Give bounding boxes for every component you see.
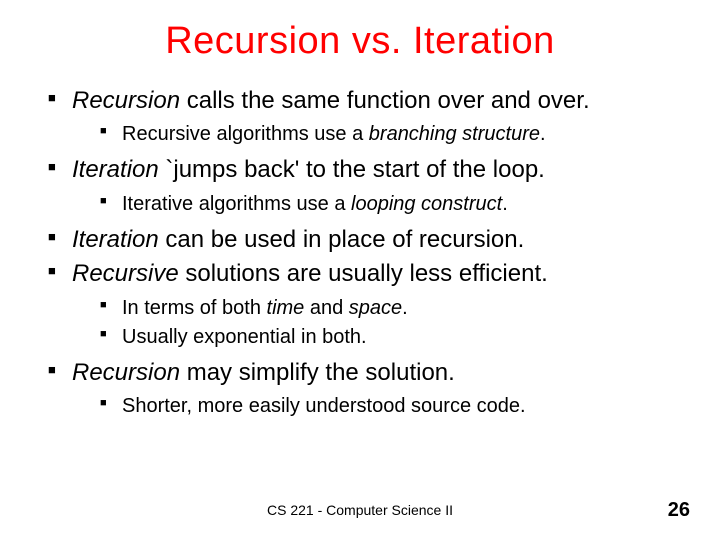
sub-bullet-item: Recursive algorithms use a branching str… xyxy=(100,121,690,148)
page-number: 26 xyxy=(668,499,690,522)
sub-bullet-item: In terms of both time and space. xyxy=(100,295,690,322)
bullet-item: Iteration `jumps back' to the start of t… xyxy=(48,154,690,217)
slide: Recursion vs. Iteration Recursion calls … xyxy=(0,0,720,540)
bullet-list: Recursion calls the same function over a… xyxy=(48,85,690,420)
bullet-item: Recursion may simplify the solution. Sho… xyxy=(48,357,690,420)
sub-bullet-item: Usually exponential in both. xyxy=(100,324,690,351)
bullet-item: Iteration can be used in place of recurs… xyxy=(48,224,690,256)
sub-bullet-item: Shorter, more easily understood source c… xyxy=(100,393,690,420)
bullet-item: Recursive solutions are usually less eff… xyxy=(48,258,690,350)
sub-bullet-item: Iterative algorithms use a looping const… xyxy=(100,191,690,218)
slide-title: Recursion vs. Iteration xyxy=(30,20,690,63)
slide-footer: CS 221 - Computer Science II xyxy=(0,502,720,518)
bullet-item: Recursion calls the same function over a… xyxy=(48,85,690,148)
